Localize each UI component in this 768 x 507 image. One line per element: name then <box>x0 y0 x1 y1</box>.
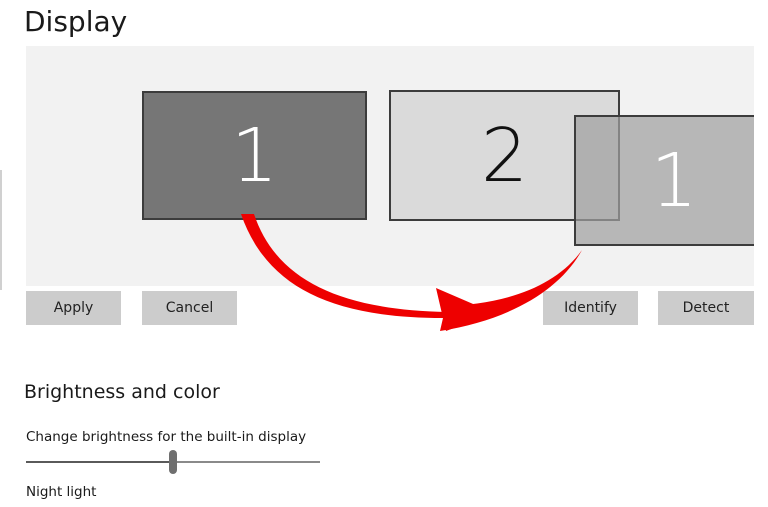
slider-thumb[interactable] <box>169 450 177 474</box>
brightness-section-heading: Brightness and color <box>24 381 220 403</box>
monitor-2-number: 2 <box>480 112 529 199</box>
curved-arrow-head <box>436 288 494 331</box>
left-divider <box>0 170 2 290</box>
monitor-1-number: 1 <box>230 112 279 199</box>
monitor-1-drag-preview[interactable]: 1 <box>574 115 754 246</box>
page-title: Display <box>24 5 128 38</box>
detect-button[interactable]: Detect <box>658 291 754 325</box>
monitor-1-tile[interactable]: 1 <box>142 91 367 220</box>
display-arrangement-area[interactable]: 1 2 1 <box>26 46 754 286</box>
brightness-label: Change brightness for the built-in displ… <box>26 429 307 445</box>
monitor-1-preview-number: 1 <box>650 137 698 224</box>
night-light-label: Night light <box>26 484 97 500</box>
identify-button[interactable]: Identify <box>543 291 638 325</box>
cancel-button[interactable]: Cancel <box>142 291 237 325</box>
slider-fill <box>26 461 173 463</box>
apply-button[interactable]: Apply <box>26 291 121 325</box>
brightness-slider[interactable] <box>26 449 320 475</box>
display-settings-page: Display 1 2 1 Apply Cancel Identify Dete… <box>0 0 768 507</box>
